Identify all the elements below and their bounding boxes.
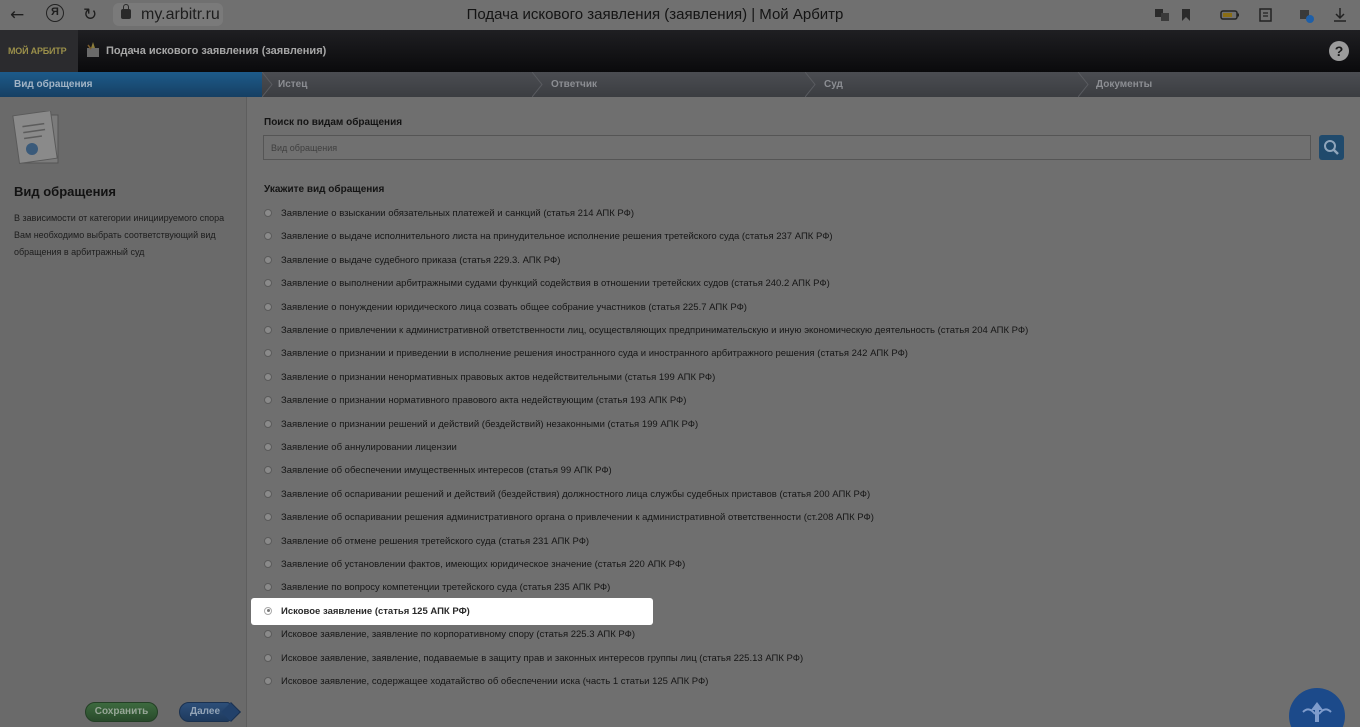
- radio-button[interactable]: [264, 583, 272, 592]
- option-label: Заявление об отмене решения третейского …: [281, 535, 590, 547]
- option-label: Заявление о выполнении арбитражными суда…: [281, 278, 830, 290]
- radio-button[interactable]: [264, 209, 272, 217]
- radio-button[interactable]: [264, 653, 272, 662]
- request-type-option[interactable]: Заявление об установлении фактов, имеющи…: [248, 553, 1348, 576]
- option-label: Заявление о признании ненормативных прав…: [281, 371, 716, 383]
- request-type-option[interactable]: Исковое заявление (статья 125 АПК РФ): [251, 597, 653, 625]
- request-type-option[interactable]: Заявление о выполнении арбитражными суда…: [248, 272, 1348, 295]
- step-separator-icon: [805, 72, 816, 97]
- request-type-option[interactable]: Заявление об оспаривании решения админис…: [248, 506, 1348, 529]
- save-button[interactable]: Сохранить: [85, 702, 158, 722]
- window-title: Подача искового заявления (заявления) | …: [466, 6, 844, 23]
- step-separator-icon: [532, 72, 543, 97]
- extensions-icon[interactable]: [1258, 7, 1274, 23]
- request-type-option[interactable]: Исковое заявление, содержащее ходатайств…: [248, 670, 1348, 693]
- option-label: Заявление о выдаче исполнительного листа…: [281, 231, 833, 243]
- step-defendant[interactable]: Ответчик: [537, 72, 807, 97]
- translate-icon[interactable]: [1154, 7, 1170, 23]
- radio-button[interactable]: [264, 396, 272, 405]
- step-request-type[interactable]: Вид обращения: [0, 72, 262, 97]
- option-label: Заявление об оспаривании решения админис…: [281, 512, 874, 524]
- search-button[interactable]: [1319, 135, 1344, 160]
- option-label: Заявление по вопросу компетенции третейс…: [281, 582, 611, 594]
- search-label: Поиск по видам обращения: [264, 117, 403, 128]
- option-label: Исковое заявление (статья 125 АПК РФ): [281, 605, 470, 617]
- logo[interactable]: МОЙ АРБИТР: [0, 30, 78, 72]
- request-type-option[interactable]: Заявление о понуждении юридического лица…: [248, 296, 1348, 319]
- radio-button[interactable]: [264, 372, 272, 381]
- request-type-option[interactable]: Заявление об отмене решения третейского …: [248, 530, 1348, 553]
- option-label: Заявление о привлечении к административн…: [281, 325, 1029, 336]
- request-type-option[interactable]: Исковое заявление, заявление по корпорат…: [248, 623, 1348, 646]
- request-type-option[interactable]: Заявление о признании ненормативных прав…: [248, 366, 1348, 389]
- sidebar-description: В зависимости от категории инициируемого…: [14, 213, 225, 257]
- radio-button[interactable]: [264, 349, 272, 358]
- download-icon[interactable]: [1332, 7, 1348, 23]
- types-label: Укажите вид обращения: [264, 184, 385, 195]
- battery-icon: [1220, 10, 1239, 20]
- search-icon: [1324, 140, 1339, 155]
- radio-button[interactable]: [264, 466, 272, 475]
- radio-button[interactable]: [264, 302, 272, 311]
- radio-button[interactable]: [264, 326, 272, 334]
- app-title: Подача искового заявления (заявления): [106, 45, 327, 57]
- radio-button[interactable]: [264, 536, 272, 545]
- main-content: Поиск по видам обращения Укажите вид обр…: [248, 97, 1360, 727]
- app-header: МОЙ АРБИТР Подача искового заявления (за…: [0, 30, 1360, 72]
- radio-button[interactable]: [264, 279, 272, 288]
- step-separator-icon: [1078, 72, 1089, 97]
- option-label: Заявление о признании и приведении в исп…: [281, 348, 908, 360]
- step-plaintiff[interactable]: Истец: [264, 72, 534, 97]
- step-separator-icon: [262, 72, 273, 97]
- document-icon: [12, 111, 59, 164]
- radio-button[interactable]: [264, 677, 272, 685]
- request-type-option[interactable]: Заявление по вопросу компетенции третейс…: [248, 576, 1348, 599]
- request-type-option[interactable]: Заявление о выдаче исполнительного листа…: [248, 225, 1348, 248]
- profile-icon[interactable]: [1298, 7, 1314, 23]
- wizard-steps: Вид обращения Истец Ответчик Суд Докумен…: [0, 72, 1360, 97]
- radio-button[interactable]: [264, 513, 272, 522]
- option-label: Заявление о выдаче судебного приказа (ст…: [281, 254, 561, 266]
- browser-toolbar: ← Я ↻ my.arbitr.ru Подача искового заявл…: [0, 0, 1360, 30]
- request-type-option[interactable]: Исковое заявление, заявление, подаваемые…: [248, 647, 1348, 670]
- form-icon: [87, 42, 99, 57]
- request-type-option[interactable]: Заявление о признании и приведении в исп…: [248, 342, 1348, 365]
- request-type-option[interactable]: Заявление об оспаривании решений и дейст…: [248, 483, 1348, 506]
- option-label: Заявление об аннулировании лицензии: [281, 442, 457, 453]
- help-button[interactable]: ?: [1329, 41, 1349, 61]
- request-type-option[interactable]: Заявление о взыскании обязательных плате…: [248, 202, 1348, 225]
- option-label: Заявление о понуждении юридического лица…: [281, 301, 747, 313]
- option-label: Исковое заявление, заявление по корпорат…: [281, 629, 636, 641]
- radio-button[interactable]: [264, 443, 272, 451]
- sidebar: Вид обращения В зависимости от категории…: [0, 97, 247, 727]
- radio-button[interactable]: [264, 560, 272, 568]
- bookmark-icon[interactable]: [1178, 7, 1194, 23]
- radio-button[interactable]: [264, 489, 272, 498]
- radio-button[interactable]: [264, 255, 272, 264]
- radio-button[interactable]: [264, 419, 272, 428]
- search-input[interactable]: [263, 135, 1311, 160]
- step-documents[interactable]: Документы: [1082, 72, 1360, 97]
- request-type-option[interactable]: Заявление о выдаче судебного приказа (ст…: [248, 249, 1348, 272]
- request-type-option[interactable]: Заявление об обеспечении имущественных и…: [248, 459, 1348, 482]
- option-label: Заявление об оспаривании решений и дейст…: [281, 488, 871, 500]
- option-label: Заявление о взыскании обязательных плате…: [281, 208, 634, 219]
- radio-button[interactable]: [264, 232, 272, 241]
- request-type-option[interactable]: Заявление об аннулировании лицензии: [248, 436, 1348, 459]
- option-label: Заявление об установлении фактов, имеющи…: [281, 559, 686, 570]
- radio-button[interactable]: [264, 606, 272, 615]
- option-label: Заявление о признании нормативного право…: [281, 395, 687, 407]
- next-button[interactable]: Далее: [179, 702, 231, 722]
- option-label: Заявление о признании решений и действий…: [281, 418, 699, 430]
- request-type-option[interactable]: Заявление о привлечении к административн…: [248, 319, 1348, 342]
- request-type-option[interactable]: Заявление о признании нормативного право…: [248, 389, 1348, 412]
- sidebar-title: Вид обращения: [14, 184, 117, 199]
- step-court[interactable]: Суд: [810, 72, 1080, 97]
- option-label: Исковое заявление, содержащее ходатайств…: [281, 676, 709, 687]
- option-label: Заявление об обеспечении имущественных и…: [281, 465, 612, 477]
- option-label: Исковое заявление, заявление, подаваемые…: [281, 652, 804, 664]
- radio-button[interactable]: [264, 630, 272, 639]
- request-type-option[interactable]: Заявление о признании решений и действий…: [248, 413, 1348, 436]
